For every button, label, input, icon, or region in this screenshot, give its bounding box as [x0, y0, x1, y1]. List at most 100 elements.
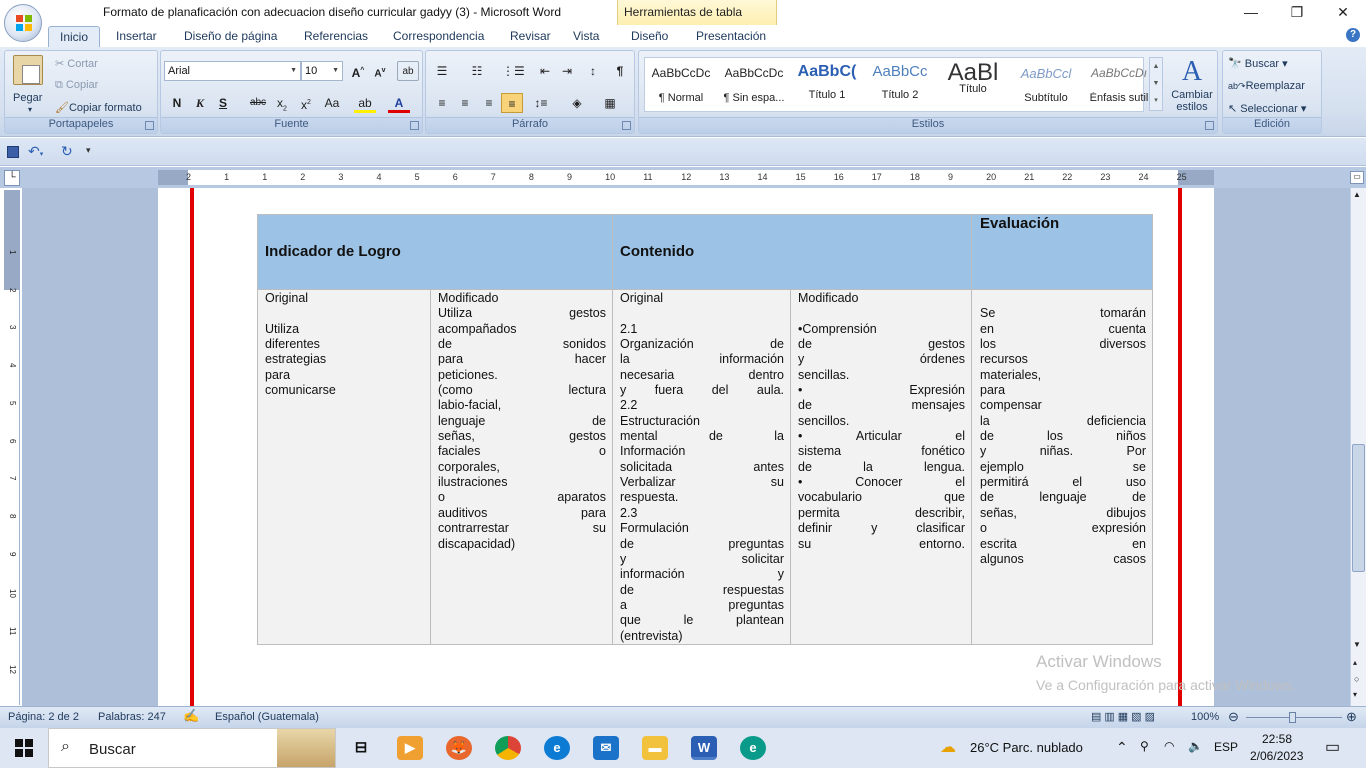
shrink-font-button[interactable]: Av [369, 61, 391, 81]
cell-contenido-modificado[interactable]: Modificado •Comprensión de gestos y órdenes s… [790, 289, 972, 645]
word-app-icon[interactable]: W [691, 736, 717, 760]
tab-correspondencia[interactable]: Correspondencia [393, 29, 484, 43]
media-app-icon[interactable]: ▶ [397, 736, 423, 760]
firefox-icon[interactable]: 🦊 [446, 736, 472, 760]
cell-evaluacion[interactable]: Se tomarán en cuenta los diversos recursos mate… [971, 289, 1153, 645]
word-count[interactable]: Palabras: 247 [98, 711, 166, 723]
scroll-up-icon[interactable]: ▲ [1353, 190, 1361, 199]
spellcheck-icon[interactable]: ✍ [183, 708, 199, 724]
align-left-icon[interactable]: ≡ [431, 93, 453, 113]
windows-start-icon[interactable] [15, 739, 33, 757]
style-heading-2[interactable]: AaBbCc Título 2 [864, 58, 936, 111]
browse-object-icon[interactable]: ○ [1354, 674, 1359, 684]
language-indicator[interactable]: ESP [1214, 740, 1238, 754]
bullets-icon[interactable]: ☰ [431, 61, 453, 81]
cell-indicador-modificado[interactable]: Modificado Utiliza gestos acompañados de soni… [430, 289, 613, 645]
page-count[interactable]: Página: 2 de 2 [8, 711, 79, 723]
multilevel-list-icon[interactable]: ⋮☰ [502, 61, 525, 81]
style-no-spacing[interactable]: AaBbCcDc ¶ Sin espa... [718, 58, 790, 111]
scroll-thumb[interactable] [1352, 444, 1365, 572]
justify-icon[interactable]: ≡ [501, 93, 523, 113]
zoom-level[interactable]: 100% [1191, 711, 1219, 723]
pilcrow-icon[interactable]: ¶ [609, 61, 631, 81]
font-name-combo[interactable]: Arial ▼ [164, 61, 301, 81]
underline-button[interactable]: S [212, 93, 234, 113]
sort-icon[interactable]: ↕ [582, 61, 604, 81]
minimize-button[interactable]: — [1228, 0, 1274, 25]
scroll-down-icon[interactable]: ▼ [1353, 640, 1361, 649]
clock-date[interactable]: 2/06/2023 [1250, 749, 1303, 763]
paste-button[interactable]: Pegar [13, 92, 42, 104]
cut-button[interactable]: ✂ Cortar [55, 57, 98, 70]
highlight-icon[interactable]: ab [354, 93, 376, 113]
save-icon[interactable] [7, 146, 19, 158]
tab-inicio[interactable]: Inicio [48, 26, 101, 48]
tab-selector-icon[interactable]: └ [4, 170, 20, 186]
header-evaluacion[interactable]: Evaluación [971, 214, 1153, 290]
subscript-button[interactable]: x2 [271, 93, 293, 113]
clipboard-launcher[interactable] [145, 121, 154, 130]
style-title[interactable]: AaBl Título [937, 58, 1009, 111]
close-button[interactable]: ✕ [1320, 0, 1366, 25]
zoom-thumb[interactable] [1289, 712, 1296, 723]
tab-referencias[interactable]: Referencias [304, 29, 368, 43]
header-contenido[interactable]: Contenido [612, 214, 972, 290]
style-heading-1[interactable]: AaBbC(Título 1 [791, 58, 863, 111]
strikethrough-button[interactable]: abc [247, 93, 269, 113]
font-size-combo[interactable]: 10 ▼ [301, 61, 343, 81]
zoom-in-icon[interactable]: ⊕ [1346, 709, 1357, 725]
change-case-button[interactable]: Aa [321, 93, 343, 113]
numbering-icon[interactable]: ☷ [466, 61, 488, 81]
file-explorer-icon[interactable]: ▬ [642, 736, 668, 760]
font-launcher[interactable] [410, 121, 419, 130]
clear-format-button[interactable]: ab [397, 61, 419, 81]
tab-vista[interactable]: Vista [573, 29, 599, 43]
undo-icon[interactable]: ↶▾ [28, 143, 43, 160]
language-status[interactable]: Español (Guatemala) [215, 711, 319, 723]
view-buttons[interactable]: ▤▥▦▧▨ [1091, 710, 1158, 723]
cell-contenido-original[interactable]: Original 2.1 Organización de la información n… [612, 289, 791, 645]
style-subtle-emphasis[interactable]: AaBbCcDı Énfasis sutil [1083, 58, 1155, 111]
copy-button[interactable]: ⧉ Copiar [55, 79, 98, 92]
bold-button[interactable]: N [166, 93, 188, 113]
format-painter-button[interactable]: 🖌Copiar formato [55, 101, 142, 114]
styles-launcher[interactable] [1205, 121, 1214, 130]
office-button[interactable] [4, 4, 42, 42]
font-color-icon[interactable]: A [388, 93, 410, 113]
education-app-icon[interactable]: e [740, 736, 766, 760]
style-subtitle[interactable]: AaBbCcl Subtítulo [1010, 58, 1082, 111]
help-icon[interactable]: ? [1346, 28, 1360, 42]
next-page-icon[interactable]: ▾ [1353, 690, 1357, 699]
chrome-icon[interactable] [495, 736, 521, 760]
customize-qat-icon[interactable]: ▾ [86, 145, 91, 156]
planning-table[interactable]: Indicador de Logro Contenido Evaluación … [257, 214, 1153, 645]
borders-icon[interactable]: ▦ [599, 93, 621, 113]
align-center-icon[interactable]: ≡ [454, 93, 476, 113]
previous-page-icon[interactable]: ▴ [1353, 658, 1357, 667]
vertical-ruler[interactable]: 1 2 3 4 5 6 7 8 9 10 11 12 [4, 190, 20, 705]
replace-button[interactable]: ab↷Reemplazar [1228, 80, 1305, 92]
vertical-scrollbar[interactable]: ▲ ▼ ▴ ○ ▾ [1350, 188, 1366, 706]
tab-diseno[interactable]: Diseño [631, 29, 668, 43]
tab-revisar[interactable]: Revisar [510, 29, 551, 43]
style-normal[interactable]: AaBbCcDc ¶ Normal [645, 58, 717, 111]
taskbar-search[interactable]: ⌕ Buscar [48, 728, 336, 768]
superscript-button[interactable]: x2 [295, 93, 317, 113]
horizontal-ruler[interactable]: 2 1 1 2 3 4 5 6 7 8 9 10 11 12 13 14 15 16 17 18 9 20 21 22 23 24… [158, 170, 1214, 185]
restore-button[interactable]: ❐ [1274, 0, 1320, 25]
align-right-icon[interactable]: ≡ [478, 93, 500, 113]
view-ruler-icon[interactable]: ▭ [1350, 171, 1364, 184]
tab-diseno-pagina[interactable]: Diseño de página [184, 29, 277, 43]
edge-icon[interactable]: e [544, 736, 570, 760]
weather-text[interactable]: 26°C Parc. nublado [970, 740, 1083, 755]
clock-time[interactable]: 22:58 [1262, 732, 1292, 746]
line-spacing-icon[interactable]: ↕≡ [530, 93, 552, 113]
repeat-icon[interactable]: ↻ [61, 143, 73, 160]
shading-icon[interactable]: ◈ [566, 93, 588, 113]
decrease-indent-icon[interactable]: ⇤ [534, 61, 556, 81]
notifications-icon[interactable]: ▭ [1325, 737, 1340, 757]
change-styles-button[interactable]: A Cambiar estilos [1169, 55, 1215, 117]
task-view-icon[interactable]: ⊟ [348, 736, 374, 760]
paste-icon[interactable] [13, 55, 43, 85]
paragraph-launcher[interactable] [622, 121, 631, 130]
